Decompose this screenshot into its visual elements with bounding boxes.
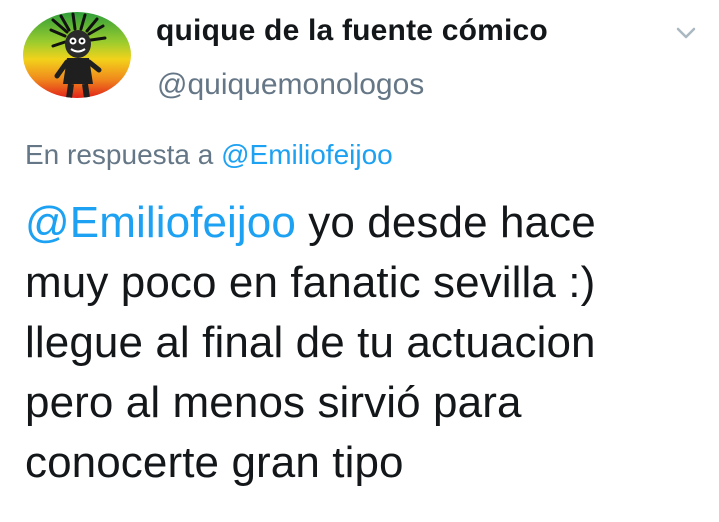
reply-context: En respuesta a @Emiliofeijoo (25, 139, 393, 171)
author-display-name[interactable]: quique de la fuente cómico (156, 14, 548, 48)
reply-context-prefix: En respuesta a (25, 139, 214, 170)
tweet-line-2: muy poco en fanatic sevilla :) (25, 258, 596, 307)
tweet-line-3: llegue al final de tu actuacion (25, 318, 596, 367)
tweet-line-1: @Emiliofeijoo yo desde hace (25, 193, 705, 253)
rasta-cartoon-avatar-icon (23, 12, 131, 98)
tweet-card: quique de la fuente cómico @quiquemonolo… (0, 0, 719, 522)
tweet-line-1-text: yo desde hace (295, 198, 596, 247)
author-handle[interactable]: @quiquemonologos (157, 68, 424, 102)
tweet-menu-button[interactable] (672, 22, 700, 44)
tweet-line-5: conocerte gran tipo (25, 438, 404, 487)
avatar[interactable] (23, 12, 131, 98)
tweet-line-4: pero al menos sirvió para (25, 378, 522, 427)
chevron-down-icon (676, 27, 696, 39)
tweet-mention-link[interactable]: @Emiliofeijoo (25, 198, 296, 247)
reply-context-mention-link[interactable]: @Emiliofeijoo (221, 139, 393, 170)
tweet-body: @Emiliofeijoo yo desde hace muy poco en … (25, 193, 705, 493)
